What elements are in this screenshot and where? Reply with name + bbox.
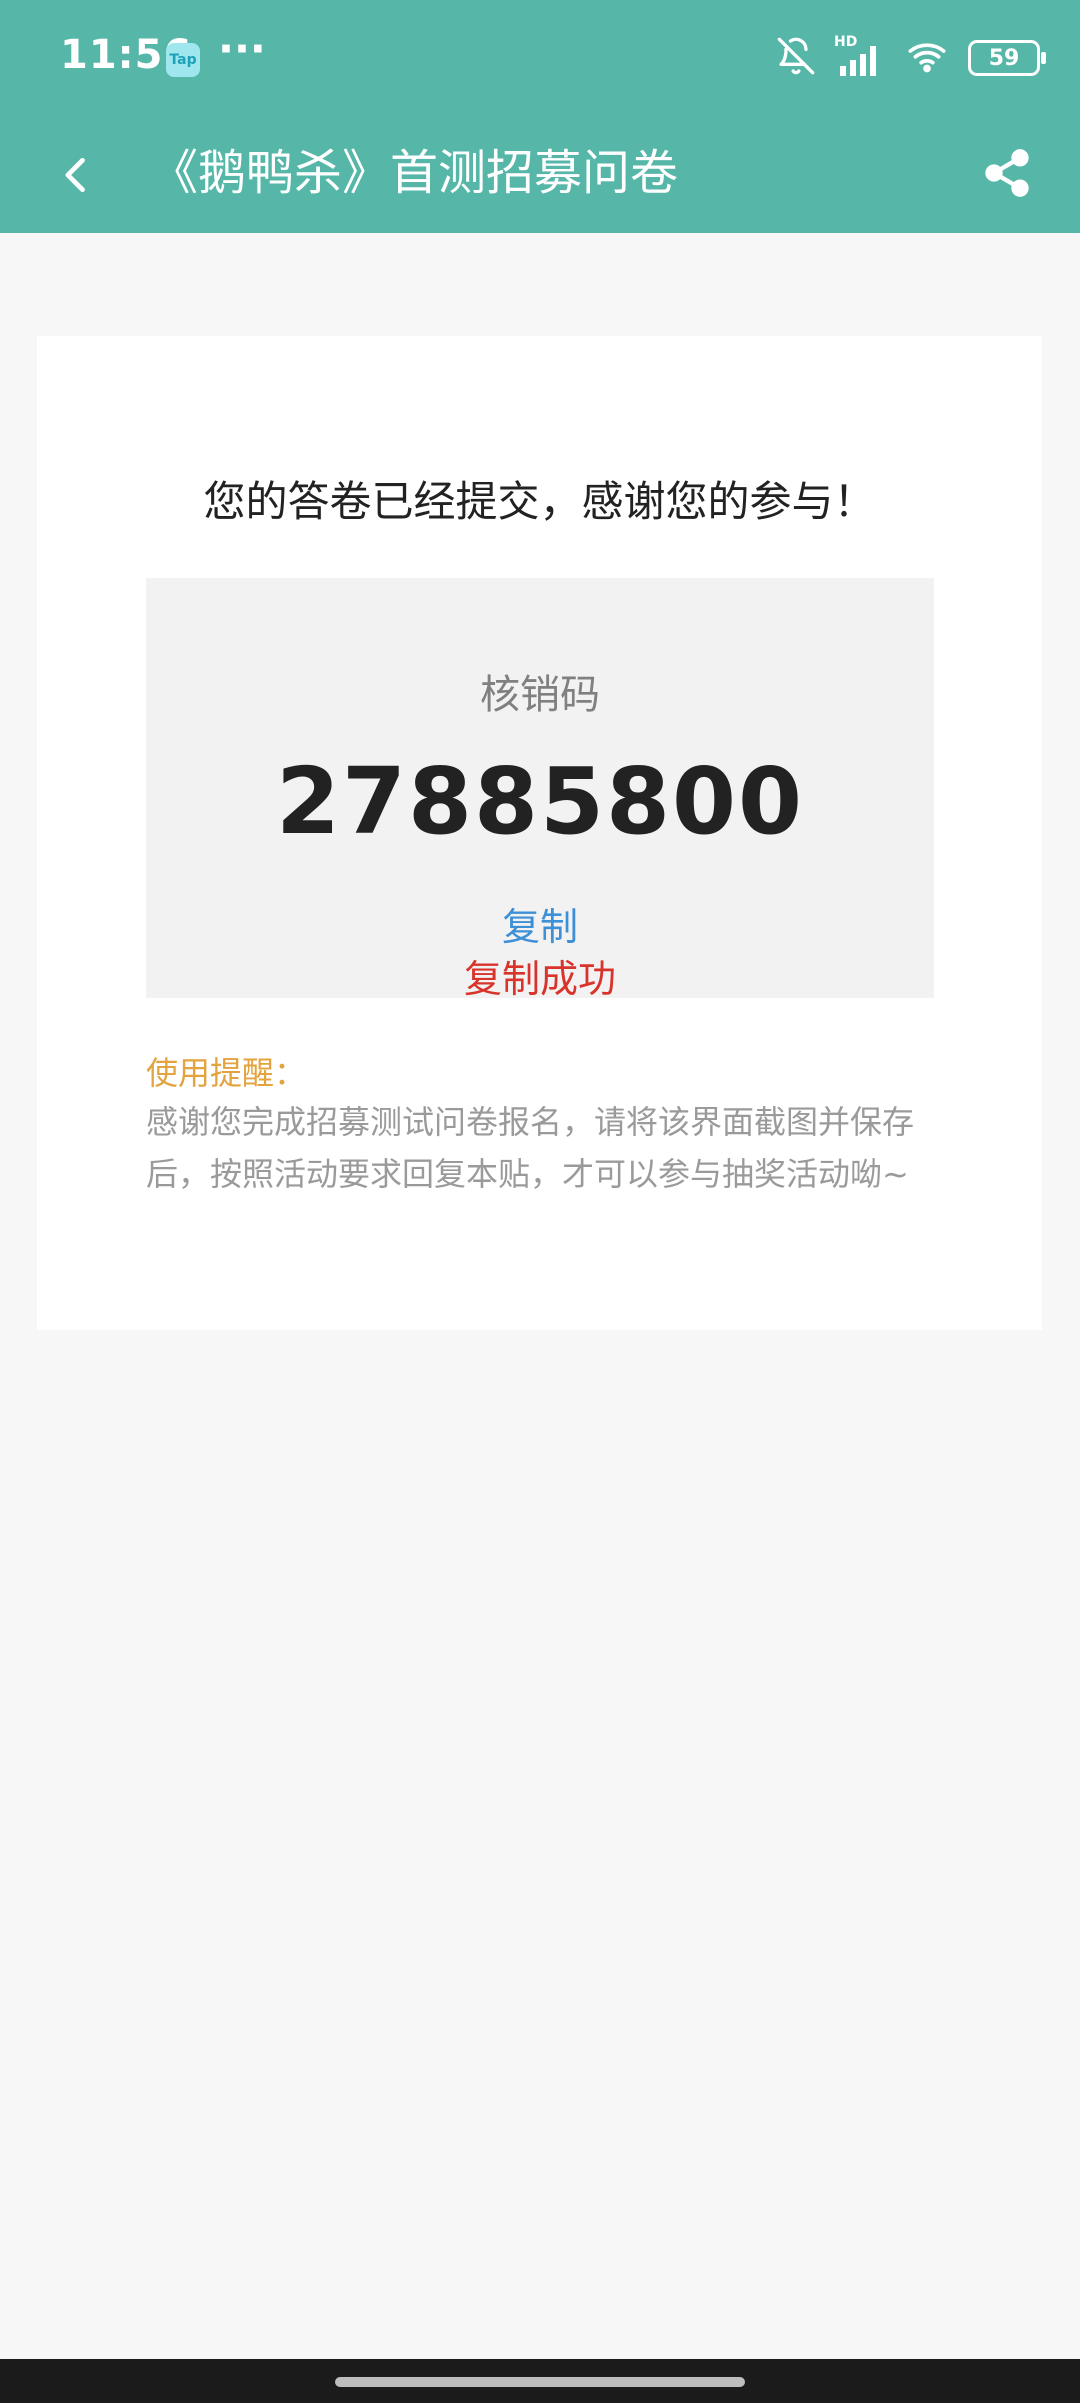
verification-code-box: 核销码 27885800 复制 复制成功 (146, 578, 934, 1001)
signal-icon: HD (834, 34, 886, 78)
share-icon (981, 147, 1033, 203)
verification-code-value: 27885800 (275, 748, 805, 855)
gesture-nav-bar (0, 2359, 1080, 2403)
copy-code-button[interactable]: 复制 (146, 896, 934, 951)
verification-code-label: 核销码 (480, 672, 600, 718)
copy-success-message: 复制成功 (463, 957, 616, 1001)
status-bar: 11:56 Tap ··· HD 59 (0, 0, 1080, 120)
share-button[interactable] (972, 140, 1042, 210)
network-type-label: HD (834, 34, 858, 50)
home-gesture-handle[interactable] (335, 2377, 745, 2387)
status-indicators: HD 59 (776, 34, 1046, 80)
bell-off-icon (776, 36, 816, 80)
tap-app-icon: Tap (166, 43, 200, 77)
reminder-title: 使用提醒： (146, 1054, 307, 1092)
app-bar: 《鹅鸭杀》首测招募问卷 (0, 120, 1080, 233)
overflow-dots-icon: ··· (218, 24, 266, 73)
submission-headline: 您的答卷已经提交，感谢您的参与！ (203, 477, 876, 526)
battery-indicator: 59 (968, 40, 1046, 76)
back-button[interactable] (42, 142, 112, 212)
reminder-body: 感谢您完成招募测试问卷报名，请将该界面截图并保存后，按照活动要求回复本贴，才可以… (146, 1103, 915, 1193)
page-title: 《鹅鸭杀》首测招募问卷 (150, 145, 679, 201)
wifi-icon (904, 36, 950, 80)
back-arrow-icon (55, 153, 99, 201)
result-card: 您的答卷已经提交，感谢您的参与！ 核销码 27885800 复制 复制成功 使用… (37, 336, 1042, 1330)
top-bar: 11:56 Tap ··· HD 59 《鹅鸭杀》首测招募问卷 (0, 0, 1080, 233)
